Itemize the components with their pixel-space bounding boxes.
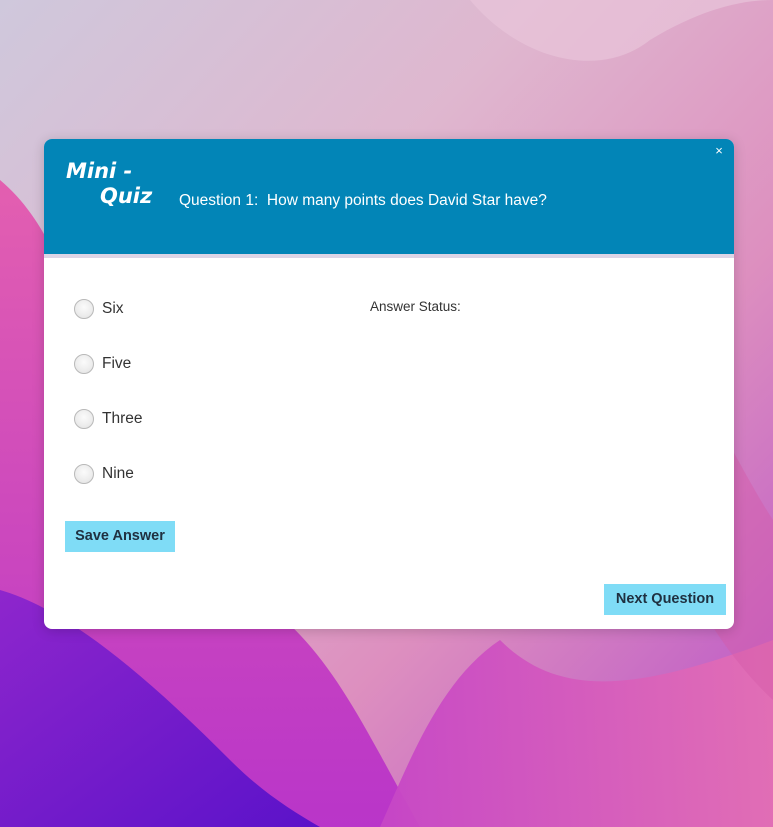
option-label: Nine [102,465,134,482]
logo-line-1: Mini - [66,159,133,183]
option-label: Five [102,355,132,372]
radio-icon[interactable] [74,464,94,484]
radio-icon[interactable] [74,299,94,319]
next-question-button[interactable]: Next Question [604,584,726,615]
option-six[interactable]: Six [74,297,124,321]
answer-status-label: Answer Status: [370,299,461,314]
question-text: Question 1: How many points does David S… [179,192,547,209]
option-label: Six [102,300,124,317]
radio-icon[interactable] [74,409,94,429]
quiz-window: Mini - Quiz Question 1: How many points … [44,139,734,629]
radio-icon[interactable] [74,354,94,374]
option-five[interactable]: Five [74,352,131,376]
close-icon[interactable]: × [712,144,726,158]
option-nine[interactable]: Nine [74,462,134,486]
app-logo: Mini - Quiz [66,159,152,209]
logo-line-2: Quiz [100,184,153,208]
save-answer-button[interactable]: Save Answer [65,521,175,552]
header-divider [44,254,734,258]
option-three[interactable]: Three [74,407,143,431]
quiz-header: Mini - Quiz Question 1: How many points … [44,139,734,254]
option-label: Three [102,410,143,427]
